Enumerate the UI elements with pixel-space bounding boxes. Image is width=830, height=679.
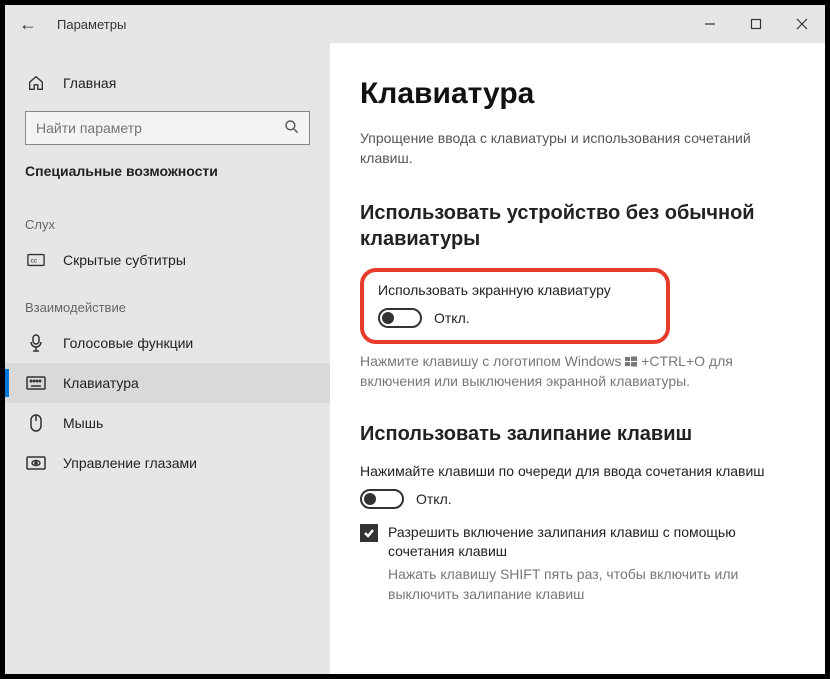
- sticky-toggle-state: Откл.: [416, 491, 452, 507]
- sticky-toggle-row: Откл.: [360, 489, 785, 509]
- osk-hint-pre: Нажмите клавишу с логотипом Windows: [360, 353, 625, 369]
- maximize-icon: [750, 18, 762, 30]
- osk-toggle-row: Откл.: [378, 308, 652, 328]
- mouse-icon: [25, 412, 47, 434]
- settings-window: ← Параметры Главная: [0, 0, 830, 679]
- svg-text:cc: cc: [31, 258, 37, 265]
- nav-mouse[interactable]: Мышь: [5, 403, 330, 443]
- nav-keyboard-label: Клавиатура: [63, 375, 139, 391]
- titlebar: ← Параметры: [5, 5, 825, 43]
- keyboard-icon: [25, 372, 47, 394]
- nav-eye-label: Управление глазами: [63, 455, 197, 471]
- search-input[interactable]: [25, 111, 310, 145]
- section-osk: Использовать устройство без обычной клав…: [360, 200, 780, 252]
- close-button[interactable]: [779, 5, 825, 43]
- minimize-icon: [704, 18, 716, 30]
- search-wrap: [25, 111, 310, 145]
- sidebar-area-label: Специальные возможности: [5, 155, 330, 197]
- nav-eye-control[interactable]: Управление глазами: [5, 443, 330, 483]
- nav-captions[interactable]: cc Скрытые субтитры: [5, 240, 330, 280]
- osk-toggle[interactable]: [378, 308, 422, 328]
- nav-home[interactable]: Главная: [5, 63, 330, 103]
- minimize-button[interactable]: [687, 5, 733, 43]
- maximize-button[interactable]: [733, 5, 779, 43]
- sidebar: Главная Специальные возможности Слух cc …: [5, 43, 330, 674]
- sticky-shortcut-label: Разрешить включение залипания клавиш с п…: [388, 523, 785, 561]
- nav-home-label: Главная: [63, 75, 116, 91]
- page-desc: Упрощение ввода с клавиатуры и использов…: [360, 129, 780, 168]
- nav-captions-label: Скрытые субтитры: [63, 252, 186, 268]
- close-icon: [796, 18, 808, 30]
- group-hearing: Слух: [5, 197, 330, 240]
- osk-label: Использовать экранную клавиатуру: [378, 282, 652, 298]
- sticky-hint: Нажать клавишу SHIFT пять раз, чтобы вкл…: [360, 565, 780, 604]
- captions-icon: cc: [25, 249, 47, 271]
- page-title: Клавиатура: [360, 77, 785, 111]
- eye-icon: [25, 452, 47, 474]
- home-icon: [25, 72, 47, 94]
- nav-mouse-label: Мышь: [63, 415, 103, 431]
- osk-toggle-state: Откл.: [434, 310, 470, 326]
- window-body: Главная Специальные возможности Слух cc …: [5, 43, 825, 674]
- section-sticky: Использовать залипание клавиш: [360, 421, 780, 447]
- windows-logo-icon: [625, 356, 637, 368]
- group-interaction: Взаимодействие: [5, 280, 330, 323]
- nav-keyboard[interactable]: Клавиатура: [5, 363, 330, 403]
- sticky-toggle[interactable]: [360, 489, 404, 509]
- nav-speech[interactable]: Голосовые функции: [5, 323, 330, 363]
- microphone-icon: [25, 332, 47, 354]
- back-button[interactable]: ←: [19, 14, 37, 35]
- content: Клавиатура Упрощение ввода с клавиатуры …: [330, 43, 825, 674]
- sticky-shortcut-checkbox[interactable]: [360, 524, 378, 542]
- osk-hint: Нажмите клавишу с логотипом Windows +CTR…: [360, 352, 780, 391]
- sticky-shortcut-row: Разрешить включение залипания клавиш с п…: [360, 523, 785, 561]
- nav-speech-label: Голосовые функции: [63, 335, 193, 351]
- window-controls: [687, 5, 825, 43]
- sticky-label: Нажимайте клавиши по очереди для ввода с…: [360, 463, 785, 479]
- window-title: Параметры: [57, 17, 126, 32]
- osk-callout: Использовать экранную клавиатуру Откл.: [360, 268, 670, 344]
- search-icon: [284, 119, 300, 140]
